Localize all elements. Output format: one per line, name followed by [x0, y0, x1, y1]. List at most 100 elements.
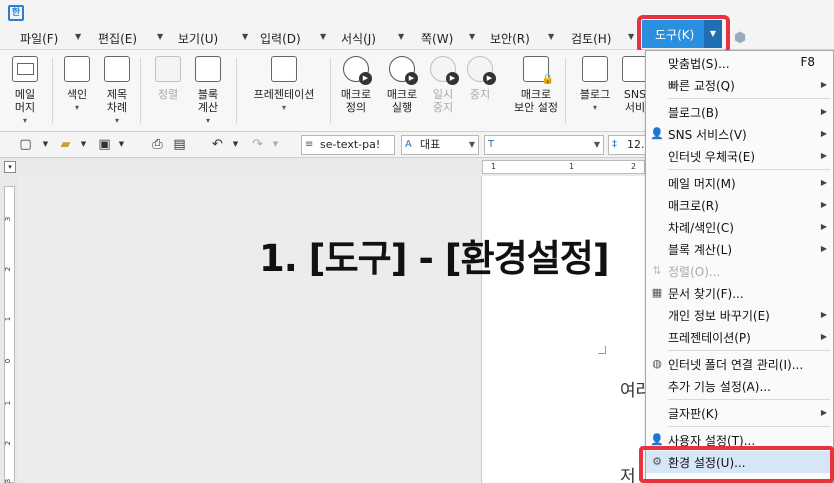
formatting-toolbar: ▢ ▼ ▰ ▼ ▣ ▼ ⎙ ▤ ↶ ▼ ↷ ▼ ≡ se-text-pa! A …: [0, 132, 648, 158]
style-combo[interactable]: ≡ se-text-pa!: [301, 135, 395, 155]
chevron-down-icon[interactable]: ▼: [594, 136, 600, 154]
ribbon-button[interactable]: 제목 차례 ▾: [98, 56, 136, 127]
ribbon-button[interactable]: 매크로 정의: [336, 56, 376, 114]
new-document-icon[interactable]: ▢: [18, 137, 33, 152]
pause-icon: [430, 56, 459, 85]
dropdown-menu-item-label: 개인 정보 바꾸기(E): [668, 309, 770, 323]
chevron-down-icon[interactable]: ▾: [62, 101, 92, 114]
font-name-combo[interactable]: T ▼: [484, 135, 604, 155]
vertical-ruler[interactable]: 3 2 1 0 1 2 3: [0, 176, 18, 483]
ruler-tick: 1: [4, 400, 13, 406]
chevron-down-icon[interactable]: ▼: [75, 32, 81, 41]
dropdown-menu-item-label: 글자판(K): [668, 407, 719, 421]
chevron-down-icon[interactable]: ▾: [574, 101, 616, 114]
font-size-combo[interactable]: ‡ 12.0: [608, 135, 648, 155]
ribbon-button[interactable]: 메일 머지 ▾: [6, 56, 44, 127]
chevron-right-icon: ▶: [820, 332, 827, 341]
chevron-down-icon[interactable]: ▼: [320, 32, 326, 41]
menu-item[interactable]: 검토(H): [571, 30, 611, 47]
open-folder-icon[interactable]: ▰: [58, 137, 73, 152]
margin-corner-mark: [598, 346, 606, 354]
app-logo-icon: 한: [8, 5, 24, 21]
horizontal-ruler[interactable]: 1 1 2: [482, 160, 645, 174]
menu-separator: [668, 426, 830, 427]
chevron-down-icon[interactable]: ▼: [242, 32, 248, 41]
document-text-line: 저: [620, 467, 636, 483]
document-page[interactable]: 여러 저: [481, 176, 651, 483]
dropdown-menu-item[interactable]: 추가 기능 설정(A)...: [646, 375, 833, 397]
print-preview-icon[interactable]: ▤: [172, 137, 187, 152]
chevron-down-icon[interactable]: ▼: [76, 137, 91, 152]
globe-folder-icon: ◍: [652, 357, 662, 370]
ribbon-button[interactable]: 일시 중지: [425, 56, 461, 114]
chevron-down-icon[interactable]: ▼: [114, 137, 129, 152]
blog-icon: [582, 56, 608, 82]
dropdown-menu-item[interactable]: 프레젠테이션(P) ▶: [646, 326, 833, 348]
chevron-down-icon[interactable]: ▾: [190, 114, 226, 127]
ribbon-button[interactable]: 블로그 ▾: [574, 56, 616, 114]
chevron-down-icon[interactable]: ▼: [38, 137, 53, 152]
chevron-down-icon[interactable]: ▾: [6, 114, 44, 127]
dropdown-menu-item[interactable]: 블록 계산(L) ▶: [646, 238, 833, 260]
dropdown-menu-item[interactable]: ◍ 인터넷 폴더 연결 관리(I)...: [646, 353, 833, 375]
dropdown-menu-item[interactable]: ▦ 문서 찾기(F)...: [646, 282, 833, 304]
ribbon-button[interactable]: 매크로 보안 설정: [508, 56, 564, 114]
dropdown-menu-item[interactable]: 매크로(R) ▶: [646, 194, 833, 216]
ruler-tick: 0: [4, 358, 13, 364]
dropdown-menu-item[interactable]: 👤 SNS 서비스(V) ▶: [646, 123, 833, 145]
ribbon-button[interactable]: 정렬: [152, 56, 184, 101]
ruler-tick: 2: [4, 440, 13, 446]
ruler-tick: 3: [4, 216, 13, 222]
dropdown-menu-item-label: 차례/색인(C): [668, 221, 734, 235]
dropdown-menu-item[interactable]: 인터넷 우체국(E) ▶: [646, 145, 833, 167]
dropdown-menu-item[interactable]: 빠른 교정(Q) ▶: [646, 74, 833, 96]
dropdown-menu-item[interactable]: 차례/색인(C) ▶: [646, 216, 833, 238]
print-icon[interactable]: ⎙: [150, 137, 165, 152]
ribbon-button[interactable]: 블록 계산 ▾: [190, 56, 226, 127]
ribbon-button[interactable]: 매크로 실행: [382, 56, 422, 114]
truetype-icon: T: [488, 139, 495, 150]
vertical-ruler-strip: 3 2 1 0 1 2 3: [4, 186, 15, 483]
ruler-tick: 1: [491, 162, 497, 171]
chevron-down-icon[interactable]: ▾: [98, 114, 136, 127]
chevron-down-icon[interactable]: ▾: [244, 101, 324, 114]
dropdown-menu-item[interactable]: 블로그(B) ▶: [646, 101, 833, 123]
menu-item[interactable]: 입력(D): [260, 30, 301, 47]
menu-item[interactable]: 쪽(W): [421, 30, 453, 47]
menu-item[interactable]: 편집(E): [98, 30, 137, 47]
chevron-down-icon[interactable]: ▼: [469, 136, 475, 154]
save-icon[interactable]: ▣: [97, 137, 112, 152]
ribbon-button[interactable]: 색인 ▾: [62, 56, 92, 114]
chevron-down-icon[interactable]: ▼: [548, 32, 554, 41]
ribbon-button[interactable]: 프레젠테이션 ▾: [244, 56, 324, 114]
ribbon-button-label: 매크로 정의: [340, 88, 372, 114]
menu-item[interactable]: 보기(U): [178, 30, 218, 47]
chevron-right-icon: ▶: [820, 80, 827, 89]
ribbon-separator: [52, 58, 53, 124]
chevron-down-icon[interactable]: ▼: [628, 32, 634, 41]
undo-icon[interactable]: ↶: [210, 137, 225, 152]
menu-item[interactable]: 서식(J): [341, 30, 376, 47]
chevron-down-icon[interactable]: ▼: [157, 32, 163, 41]
collaboration-icon[interactable]: ⬢: [734, 30, 746, 46]
chevron-down-icon[interactable]: ▼: [398, 32, 404, 41]
dropdown-menu-item[interactable]: 메일 머지(M) ▶: [646, 172, 833, 194]
menu-item[interactable]: 보안(R): [490, 30, 530, 47]
ribbon-button[interactable]: 중지: [465, 56, 496, 101]
chevron-right-icon: ▶: [820, 408, 827, 417]
menu-separator: [668, 169, 830, 170]
dropdown-menu-item[interactable]: 글자판(K) ▶: [646, 402, 833, 424]
menu-item[interactable]: 파일(F): [20, 30, 58, 47]
ribbon-button-label: 색인: [66, 88, 88, 101]
redo-icon[interactable]: ↷: [250, 137, 265, 152]
ruler-toggle-icon[interactable]: ▾: [4, 161, 16, 173]
dropdown-menu-item[interactable]: 개인 정보 바꾸기(E) ▶: [646, 304, 833, 326]
chevron-down-icon[interactable]: ▼: [228, 137, 243, 152]
dropdown-menu-item[interactable]: 맞춤법(S)... F8: [646, 52, 833, 74]
dropdown-menu-item-label: 빠른 교정(Q): [668, 79, 735, 93]
dropdown-menu-item[interactable]: ⇅ 정렬(O)...: [646, 260, 833, 282]
chevron-down-icon[interactable]: ▼: [469, 32, 475, 41]
chevron-down-icon[interactable]: ▼: [268, 137, 283, 152]
settings-highlight-box: [639, 446, 834, 483]
font-combo[interactable]: A 대표 ▼: [401, 135, 479, 155]
